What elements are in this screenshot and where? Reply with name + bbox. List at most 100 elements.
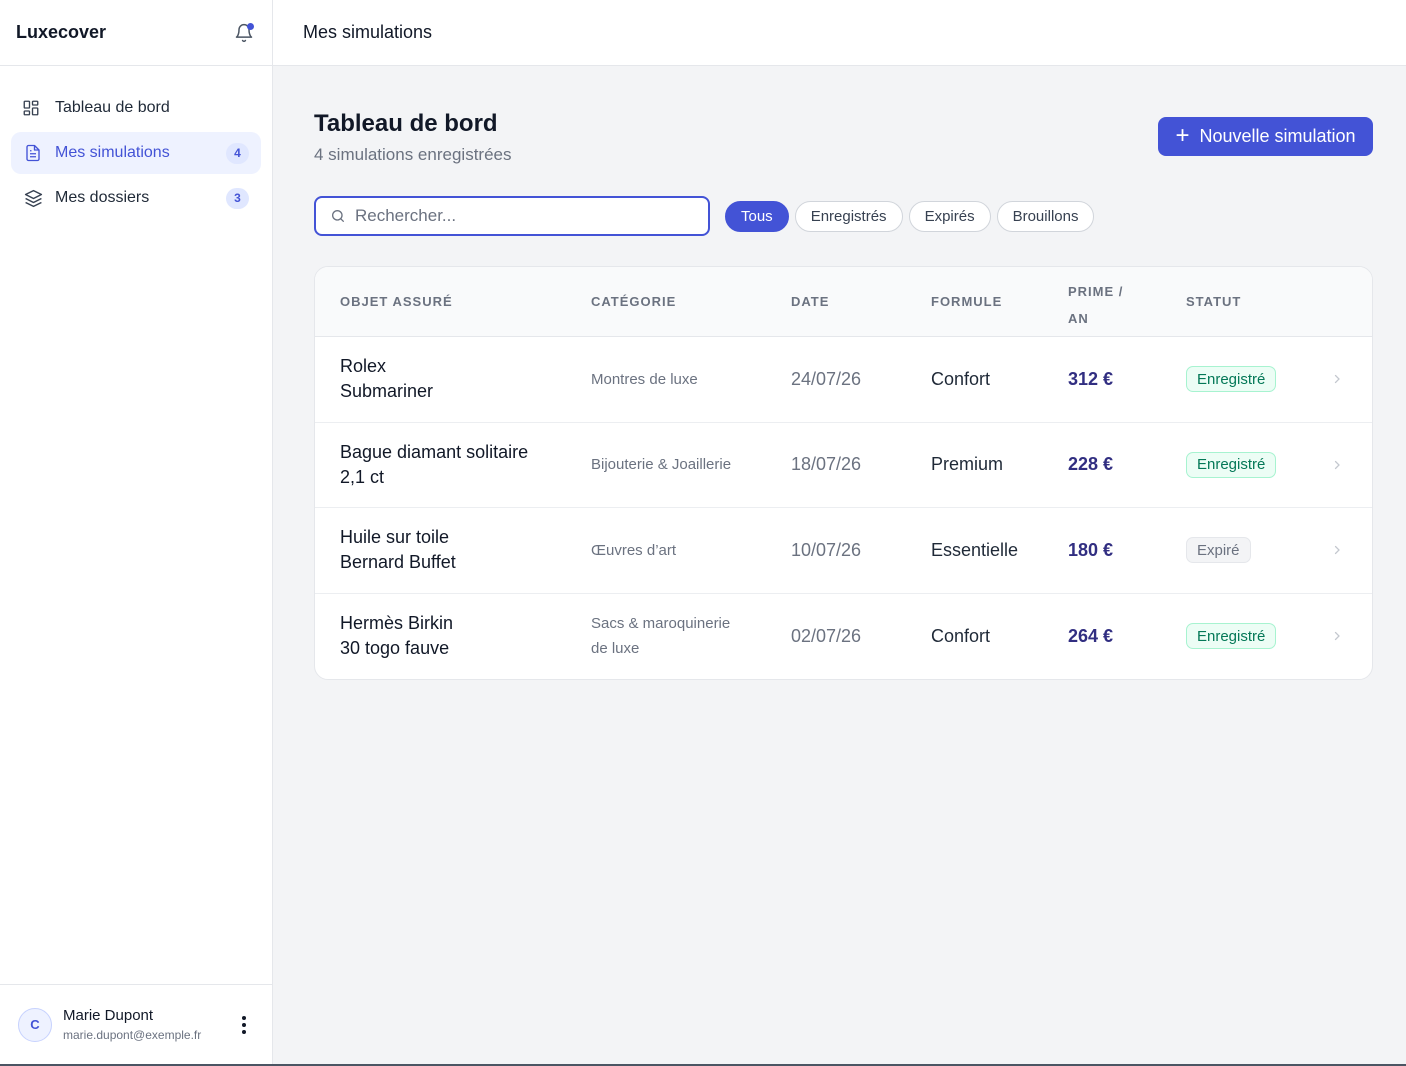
category-cell: Sacs & maroquinerie de luxe: [591, 594, 761, 680]
object-cell: Hermès Birkin 30 togo fauve: [340, 594, 580, 680]
prime-cell: 264 €: [1068, 625, 1114, 646]
page-title: Tableau de bord: [314, 110, 498, 137]
status-cell: Enregistré: [1186, 423, 1277, 508]
document-icon: [23, 143, 43, 163]
table-row[interactable]: Huile sur toile Bernard Buffet Œuvres d’a…: [315, 508, 1372, 594]
sidebar-nav: Tableau de bord Mes simulations 4 Mes do…: [0, 66, 272, 219]
app-logo[interactable]: Luxecover: [16, 22, 106, 43]
object-cell: Huile sur toile Bernard Buffet: [340, 508, 580, 593]
col-category: CATÉGORIE: [591, 294, 677, 309]
filter-expired[interactable]: Expirés: [908, 200, 991, 232]
more-options-icon[interactable]: [234, 1015, 254, 1034]
filter-drafts[interactable]: Brouillons: [996, 200, 1095, 232]
object-name: Huile sur toile: [340, 527, 450, 548]
filter-saved[interactable]: Enregistrés: [794, 200, 903, 232]
category-text: Sacs & maroquinerie: [591, 615, 731, 633]
category-cell: Montres de luxe: [591, 337, 761, 422]
row-open[interactable]: [1331, 508, 1343, 593]
sidebar-item-label: Tableau de bord: [55, 99, 170, 116]
new-simulation-button[interactable]: + Nouvelle simulation: [1158, 117, 1373, 156]
topbar: Mes simulations: [273, 0, 1406, 66]
chevron-right-icon: [1334, 546, 1340, 555]
col-formula: FORMULE: [931, 294, 1003, 309]
table-row[interactable]: Hermès Birkin 30 togo fauve Sacs & maroqu…: [315, 594, 1372, 680]
category-cell: Œuvres d’art: [591, 508, 761, 593]
sidebar-item-folders[interactable]: Mes dossiers 3: [11, 177, 261, 219]
notifications-button[interactable]: [232, 21, 256, 45]
avatar[interactable]: C: [18, 1007, 52, 1042]
page-header: Tableau de bord 4 simulations enregistré…: [314, 66, 1373, 196]
status-filters: Tous Enregistrés Expirés Brouillons: [725, 200, 1095, 232]
status-badge: Expiré: [1186, 537, 1251, 564]
row-open[interactable]: [1331, 594, 1343, 680]
status-cell: Enregistré: [1186, 337, 1277, 422]
table-row[interactable]: Rolex Submariner Montres de luxe 24/07/26…: [315, 337, 1372, 423]
object-detail: 2,1 ct: [340, 466, 385, 487]
object-detail: Submariner: [340, 381, 434, 402]
category-text: Montres de luxe: [591, 370, 698, 388]
category-text-line2: de luxe: [591, 640, 640, 658]
table-row[interactable]: Bague diamant solitaire 2,1 ct Bijouterie…: [315, 423, 1372, 508]
date-cell: 10/07/26: [791, 539, 862, 560]
filter-all[interactable]: Tous: [725, 200, 789, 232]
search-input[interactable]: [355, 206, 675, 226]
simulations-table: OBJET ASSURÉ CATÉGORIE DATE FORMULE PRIM…: [314, 266, 1373, 680]
sidebar-item-label: Mes dossiers: [55, 189, 150, 206]
col-object: OBJET ASSURÉ: [340, 294, 453, 309]
page-subtitle: 4 simulations enregistrées: [314, 145, 512, 164]
category-text: Œuvres d’art: [591, 541, 677, 559]
status-badge: Enregistré: [1186, 623, 1277, 650]
prime-cell: 180 €: [1068, 539, 1114, 560]
sidebar-item-label: Mes simulations: [55, 144, 170, 161]
search-icon: [332, 210, 344, 222]
object-cell: Rolex Submariner: [340, 337, 580, 422]
prime-cell: 228 €: [1068, 454, 1114, 475]
formula-cell: Confort: [931, 368, 991, 389]
layers-icon: [23, 188, 43, 208]
formula-cell: Confort: [931, 625, 991, 646]
object-name: Bague diamant solitaire: [340, 441, 529, 462]
formula-cell: Premium: [931, 454, 1004, 475]
status-cell: Expiré: [1186, 508, 1251, 593]
chevron-right-icon: [1334, 375, 1340, 384]
col-status: STATUT: [1186, 294, 1242, 309]
grid-icon: [21, 98, 41, 118]
status-badge: Enregistré: [1186, 451, 1277, 478]
row-open[interactable]: [1331, 423, 1343, 508]
notification-dot: [247, 22, 254, 30]
count-badge: 3: [226, 187, 249, 209]
category-cell: Bijouterie & Joaillerie: [591, 423, 761, 508]
object-cell: Bague diamant solitaire 2,1 ct: [340, 423, 580, 508]
chevron-right-icon: [1334, 632, 1340, 641]
status-badge: Enregistré: [1186, 366, 1277, 393]
object-detail: 30 togo fauve: [340, 638, 450, 659]
count-badge: 4: [226, 142, 249, 164]
chevron-right-icon: [1334, 460, 1340, 469]
brand-bar: Luxecover: [0, 0, 272, 66]
search-box[interactable]: [314, 196, 710, 236]
col-prime-line2: AN: [1068, 311, 1089, 326]
category-text: Bijouterie & Joaillerie: [591, 456, 732, 474]
topbar-title: Mes simulations: [303, 22, 433, 42]
object-name: Rolex: [340, 356, 387, 377]
col-prime: PRIME / AN: [1068, 278, 1123, 332]
col-date: DATE: [791, 294, 830, 309]
sidebar-item-dashboard[interactable]: Tableau de bord: [11, 87, 261, 129]
object-name: Hermès Birkin: [340, 613, 454, 634]
user-profile: C Marie Dupont marie.dupont@exemple.fr: [0, 984, 272, 1064]
user-name: Marie Dupont: [63, 1007, 154, 1024]
date-cell: 24/07/26: [791, 368, 862, 389]
formula-cell: Essentielle: [931, 539, 1019, 560]
date-cell: 02/07/26: [791, 625, 862, 646]
filter-bar: Tous Enregistrés Expirés Brouillons: [314, 196, 1373, 236]
user-info: Marie Dupont marie.dupont@exemple.fr: [63, 1007, 234, 1042]
plus-icon: +: [1175, 121, 1190, 149]
row-open[interactable]: [1331, 337, 1343, 422]
object-detail: Bernard Buffet: [340, 552, 456, 573]
prime-cell: 312 €: [1068, 368, 1114, 389]
col-prime-line1: PRIME /: [1068, 284, 1124, 299]
date-cell: 18/07/26: [791, 454, 862, 475]
sidebar-item-simulations[interactable]: Mes simulations 4: [11, 132, 261, 174]
sidebar: Luxecover Tableau de bord Mes simulation…: [0, 0, 273, 1064]
main-content: Tableau de bord 4 simulations enregistré…: [314, 66, 1373, 680]
